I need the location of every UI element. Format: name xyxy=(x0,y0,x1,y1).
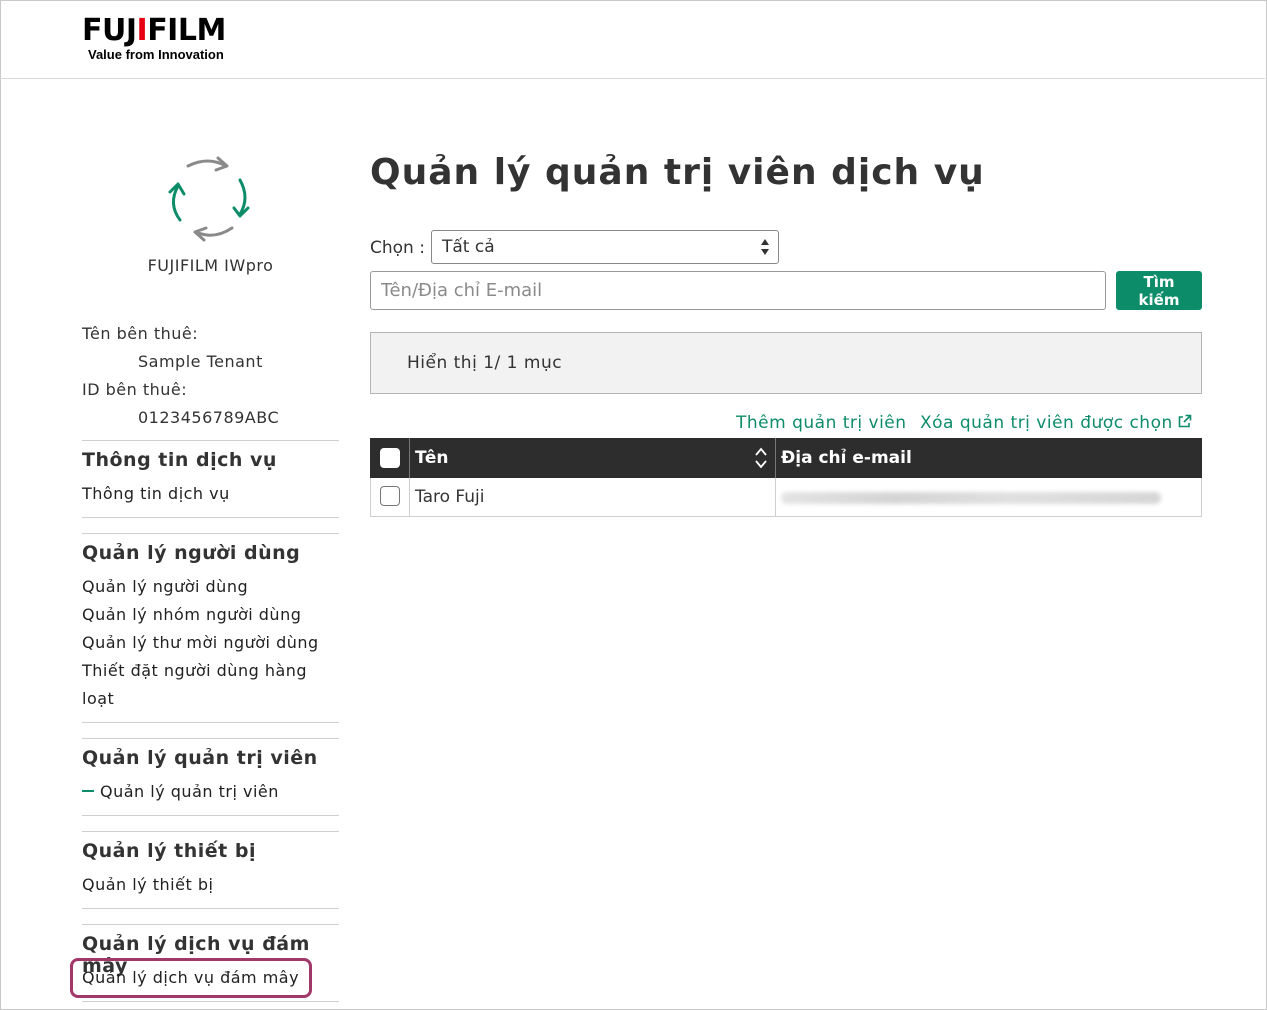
table-row[interactable]: Taro Fuji xyxy=(371,478,1201,516)
nav-heading-user-management: Quản lý người dùng xyxy=(82,542,301,564)
brand-tagline: Value from Innovation xyxy=(88,47,224,62)
nav-item-user-invitation-management[interactable]: Quản lý thư mời người dùng xyxy=(82,633,319,652)
tenant-id-value: 0123456789ABC xyxy=(138,408,280,427)
nav-item-device-management[interactable]: Quản lý thiết bị xyxy=(82,875,213,894)
nav-divider xyxy=(82,908,339,909)
tenant-name-label: Tên bên thuê: xyxy=(82,324,199,343)
filter-select[interactable]: Tất cả xyxy=(431,230,779,264)
fujifilm-logo[interactable]: FUJIFILM Value from Innovation xyxy=(82,14,226,62)
highlight-annotation xyxy=(70,958,312,998)
tenant-id-label: ID bên thuê: xyxy=(82,380,188,399)
nav-divider xyxy=(82,517,339,518)
nav-item-user-management[interactable]: Quản lý người dùng xyxy=(82,577,248,596)
nav-divider xyxy=(82,1001,339,1002)
iwpro-logo-icon xyxy=(168,156,250,242)
result-count-text: Hiển thị 1/ 1 mục xyxy=(407,353,563,373)
admin-table: Tên Địa chỉ e-mail Taro Fuji xyxy=(370,438,1202,517)
brand-wordmark: FUJIFILM xyxy=(82,13,226,48)
nav-heading-device-management: Quản lý thiết bị xyxy=(82,840,256,862)
filter-selected-value: Tất cả xyxy=(442,237,495,257)
nav-divider xyxy=(82,440,339,441)
delete-selected-admin-link[interactable]: Xóa quản trị viên được chọn xyxy=(920,413,1192,433)
filter-label: Chọn : xyxy=(370,238,425,258)
nav-divider xyxy=(82,533,339,534)
tenant-info: Tên bên thuê: Sample Tenant ID bên thuê:… xyxy=(82,320,339,432)
row-checkbox[interactable] xyxy=(380,486,400,506)
nav-divider xyxy=(82,924,339,925)
redacted-email xyxy=(781,492,1161,504)
nav-item-bulk-user-settings-cont[interactable]: loạt xyxy=(82,689,114,708)
nav-item-label: Quản lý quản trị viên xyxy=(100,782,279,801)
nav-heading-service-info: Thông tin dịch vụ xyxy=(82,449,277,471)
active-indicator xyxy=(82,790,94,792)
search-button[interactable]: Tìm kiếm xyxy=(1116,271,1202,310)
delete-link-label: Xóa quản trị viên được chọn xyxy=(920,413,1173,433)
column-divider xyxy=(409,438,410,478)
nav-item-service-info[interactable]: Thông tin dịch vụ xyxy=(82,484,230,503)
app-name: FUJIFILM IWpro xyxy=(147,256,274,275)
header: FUJIFILM Value from Innovation xyxy=(0,0,1265,79)
nav-divider xyxy=(82,738,339,739)
column-header-email: Địa chỉ e-mail xyxy=(781,448,912,468)
nav-item-user-group-management[interactable]: Quản lý nhóm người dùng xyxy=(82,605,301,624)
external-link-icon xyxy=(1178,414,1192,428)
add-admin-link[interactable]: Thêm quản trị viên xyxy=(736,413,907,433)
column-divider xyxy=(775,438,776,478)
select-arrows-icon xyxy=(761,239,769,255)
nav-divider xyxy=(82,831,339,832)
nav-divider xyxy=(82,815,339,816)
row-name: Taro Fuji xyxy=(415,487,485,507)
column-header-name[interactable]: Tên xyxy=(415,438,448,478)
search-input[interactable] xyxy=(370,271,1106,310)
nav-divider xyxy=(82,722,339,723)
table-header: Tên Địa chỉ e-mail xyxy=(370,438,1202,478)
result-summary: Hiển thị 1/ 1 mục xyxy=(370,332,1202,394)
sort-icon[interactable] xyxy=(754,446,768,470)
column-divider xyxy=(775,478,776,516)
nav-item-admin-management[interactable]: Quản lý quản trị viên xyxy=(82,782,279,801)
nav-heading-admin-management: Quản lý quản trị viên xyxy=(82,747,318,769)
page-title: Quản lý quản trị viên dịch vụ xyxy=(370,152,985,193)
column-divider xyxy=(409,478,410,516)
tenant-name-value: Sample Tenant xyxy=(138,352,263,371)
nav-item-bulk-user-settings[interactable]: Thiết đặt người dùng hàng xyxy=(82,661,307,680)
select-all-checkbox[interactable] xyxy=(380,448,400,468)
